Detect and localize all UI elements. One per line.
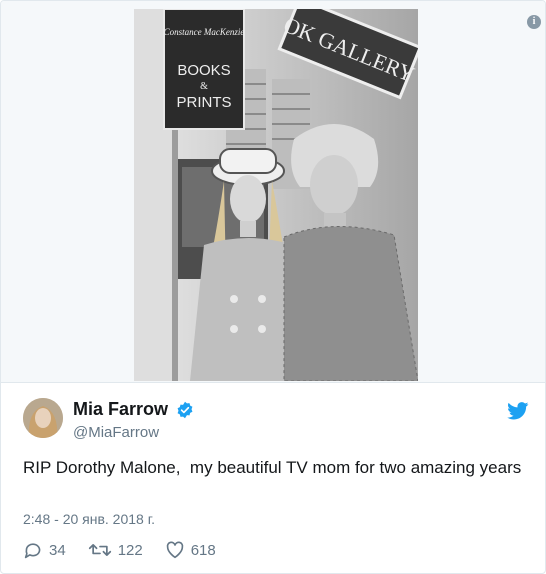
tweet-media[interactable]: OK GALLERY Constance MacKenzie BOOKS & P… [1, 1, 545, 383]
avatar[interactable] [23, 398, 63, 438]
tweet-header: Mia Farrow @MiaFarrow [23, 396, 533, 441]
reply-icon [24, 543, 41, 559]
reply-button[interactable]: 34 [23, 541, 66, 559]
twitter-bird-icon[interactable] [507, 402, 529, 420]
heart-icon [166, 541, 184, 559]
books-sign-line-1: BOOKS [177, 62, 230, 79]
reply-count: 34 [49, 541, 66, 559]
author-display-name[interactable]: Mia Farrow [73, 399, 168, 420]
author-names: Mia Farrow @MiaFarrow [73, 399, 194, 441]
author-handle[interactable]: @MiaFarrow [73, 424, 194, 441]
avatar-image [23, 398, 63, 438]
tweet-photo[interactable]: OK GALLERY Constance MacKenzie BOOKS & P… [134, 9, 418, 381]
tweet-actions: 34 122 618 [23, 539, 238, 561]
tweet-timestamp[interactable]: 2:48 - 20 янв. 2018 г. [23, 511, 155, 527]
info-icon[interactable]: i [527, 15, 541, 29]
books-sign-script: Constance MacKenzie [164, 27, 245, 37]
books-sign-line-3: PRINTS [176, 94, 231, 111]
like-button[interactable]: 618 [165, 541, 216, 559]
photo-illustration: OK GALLERY Constance MacKenzie BOOKS & P… [134, 9, 418, 381]
books-sign-line-2: & [200, 81, 208, 92]
like-count: 618 [190, 541, 216, 559]
retweet-icon [88, 544, 111, 556]
tweet-card[interactable]: OK GALLERY Constance MacKenzie BOOKS & P… [0, 0, 546, 574]
retweet-button[interactable]: 122 [88, 541, 143, 559]
tweet-text: RIP Dorothy Malone, my beautiful TV mom … [23, 458, 522, 477]
verified-badge-icon [178, 401, 193, 418]
retweet-count: 122 [117, 541, 143, 559]
